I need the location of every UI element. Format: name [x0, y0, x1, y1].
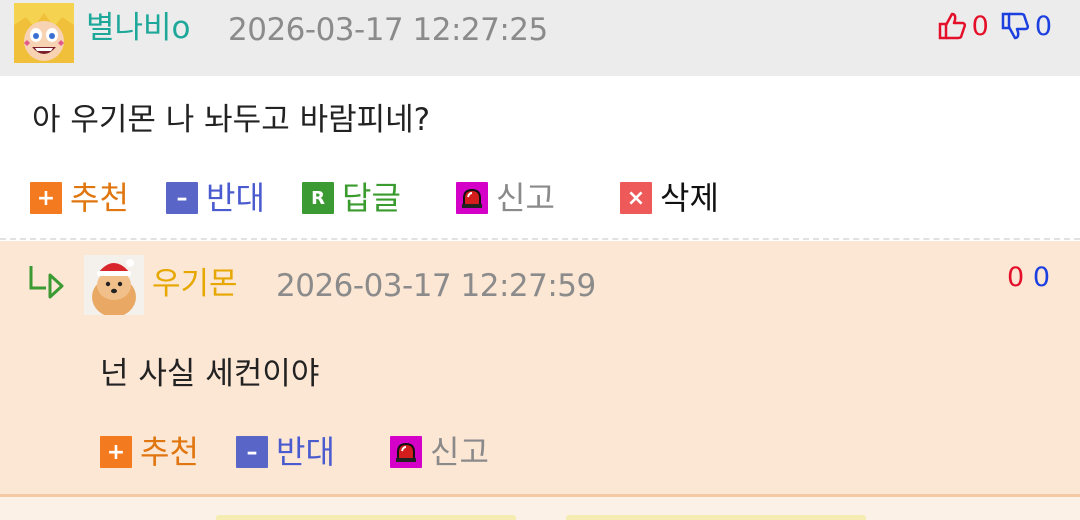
- recommend-label: 추천: [140, 433, 199, 471]
- reply-timestamp: 2026-03-17 12:27:59: [276, 268, 596, 304]
- thumbs-up-icon[interactable]: [936, 10, 968, 42]
- downvote-count: 0: [1034, 10, 1052, 42]
- reply-button[interactable]: R 답글: [302, 176, 401, 220]
- siren-icon: [456, 182, 488, 214]
- reply-oppose-button[interactable]: – 반대: [236, 430, 335, 474]
- reply-recommend-button[interactable]: + 추천: [100, 430, 199, 474]
- reply-r-icon: R: [302, 182, 334, 214]
- report-button[interactable]: 신고: [456, 176, 555, 220]
- minus-icon: –: [166, 182, 198, 214]
- comment-text: 아 우기몬 나 놔두고 바람피네?: [32, 102, 431, 138]
- plus-icon: +: [30, 182, 62, 214]
- avatar-cartoon-icon: [14, 3, 74, 63]
- recommend-button[interactable]: + 추천: [30, 176, 129, 220]
- report-label: 신고: [496, 179, 555, 217]
- delete-button[interactable]: × 삭제: [620, 176, 719, 220]
- reply-report-button[interactable]: 신고: [390, 430, 489, 474]
- button-stub[interactable]: [566, 515, 866, 520]
- reply-text: 넌 사실 세컨이야: [100, 356, 320, 392]
- comment-divider: [0, 238, 1080, 240]
- avatar[interactable]: [14, 3, 74, 63]
- reply-votes: 0 0: [1007, 258, 1050, 298]
- upvote-count: 0: [971, 10, 989, 42]
- avatar-dog-icon: [84, 255, 144, 315]
- siren-icon: [390, 436, 422, 468]
- oppose-label: 반대: [206, 179, 265, 217]
- reply-upvote-count[interactable]: 0: [1007, 262, 1024, 293]
- minus-icon: –: [236, 436, 268, 468]
- avatar[interactable]: [84, 255, 144, 315]
- recommend-label: 추천: [70, 179, 129, 217]
- oppose-label: 반대: [276, 433, 335, 471]
- close-icon: ×: [620, 182, 652, 214]
- thumbs-down-icon[interactable]: [999, 10, 1031, 42]
- reply-arrow-icon: [29, 266, 64, 299]
- button-stub[interactable]: [216, 515, 516, 520]
- comment-timestamp: 2026-03-17 12:27:25: [228, 12, 548, 48]
- reply-downvote-count[interactable]: 0: [1033, 262, 1050, 293]
- reply-label: 답글: [342, 179, 401, 217]
- delete-label: 삭제: [660, 179, 719, 217]
- comment-author[interactable]: 별나비o: [86, 8, 191, 48]
- next-section: [0, 497, 1080, 520]
- oppose-button[interactable]: – 반대: [166, 176, 265, 220]
- plus-icon: +: [100, 436, 132, 468]
- reply-author[interactable]: 우기몬: [152, 264, 238, 304]
- comment-votes: 0 0: [936, 6, 1052, 46]
- report-label: 신고: [430, 433, 489, 471]
